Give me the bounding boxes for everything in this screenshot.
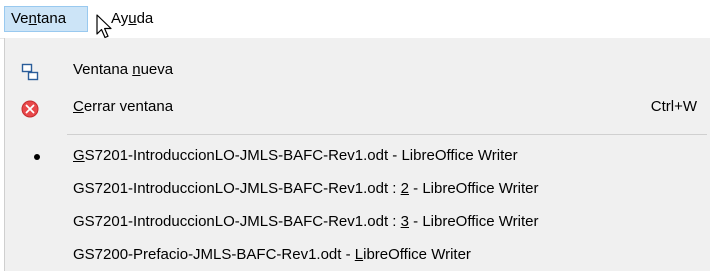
document-3-label-post: - LibreOffice Writer <box>408 213 539 230</box>
new-window-label-pre: Ventana <box>73 61 133 78</box>
close-window-icon <box>21 98 39 118</box>
document-4-label-post: ibreOffice Writer <box>363 246 471 263</box>
document-1-label-post: S7201-IntroduccionLO-JMLS-BAFC-Rev1.odt … <box>84 147 518 164</box>
close-window-accel: C <box>73 98 84 115</box>
menu-separator <box>67 134 707 135</box>
menu-item-document-2[interactable]: GS7201-IntroduccionLO-JMLS-BAFC-Rev1.odt… <box>5 173 710 205</box>
document-2-accel: 2 <box>400 180 409 197</box>
mouse-pointer-icon <box>96 14 116 40</box>
menu-ayuda-accel: u <box>128 10 137 27</box>
document-2-label-post: - LibreOffice Writer <box>408 180 539 197</box>
close-window-shortcut: Ctrl+W <box>650 98 697 115</box>
document-3-accel: 3 <box>400 213 409 230</box>
document-4-label-pre: GS7200-Prefacio-JMLS-BAFC-Rev1.odt - <box>73 246 355 263</box>
document-3-label-pre: GS7201-IntroduccionLO-JMLS-BAFC-Rev1.odt… <box>73 213 401 230</box>
active-document-bullet-icon <box>34 154 40 160</box>
document-2-label-pre: GS7201-IntroduccionLO-JMLS-BAFC-Rev1.odt… <box>73 180 401 197</box>
document-2-label: GS7201-IntroduccionLO-JMLS-BAFC-Rev1.odt… <box>73 173 538 205</box>
new-window-label: Ventana nueva <box>73 54 173 86</box>
menu-item-document-1[interactable]: GS7201-IntroduccionLO-JMLS-BAFC-Rev1.odt… <box>5 140 710 172</box>
window-dropdown-menu: Ventana nueva Cerrar ventana Ctrl+W GS72… <box>4 38 710 271</box>
menu-item-close-window[interactable]: Cerrar ventana Ctrl+W <box>5 91 710 123</box>
libreoffice-window-menu-screenshot: Ventana Ayuda Ventana nueva Cerrar venta… <box>0 0 710 271</box>
new-window-accel: n <box>132 61 141 78</box>
close-window-label: Cerrar ventana <box>73 91 173 123</box>
menu-item-document-3[interactable]: GS7201-IntroduccionLO-JMLS-BAFC-Rev1.odt… <box>5 206 710 238</box>
document-1-accel: G <box>73 147 85 164</box>
new-window-icon <box>21 61 39 81</box>
new-window-label-post: ueva <box>140 61 174 78</box>
document-4-accel: L <box>354 246 364 263</box>
menu-item-document-4[interactable]: GS7200-Prefacio-JMLS-BAFC-Rev1.odt - Lib… <box>5 239 710 271</box>
menu-ventana-accel: n <box>28 10 37 27</box>
document-3-label: GS7201-IntroduccionLO-JMLS-BAFC-Rev1.odt… <box>73 206 538 238</box>
menu-ayuda-label-post: da <box>136 10 154 27</box>
menu-ventana-label-post: tana <box>36 10 67 27</box>
menu-item-new-window[interactable]: Ventana nueva <box>5 54 710 86</box>
menu-ventana[interactable]: Ventana <box>4 6 88 32</box>
document-4-label: GS7200-Prefacio-JMLS-BAFC-Rev1.odt - Lib… <box>73 239 471 271</box>
close-window-label-post: errar ventana <box>83 98 174 115</box>
document-1-label: GS7201-IntroduccionLO-JMLS-BAFC-Rev1.odt… <box>73 140 518 172</box>
menu-ventana-label-pre: Ve <box>11 10 29 27</box>
